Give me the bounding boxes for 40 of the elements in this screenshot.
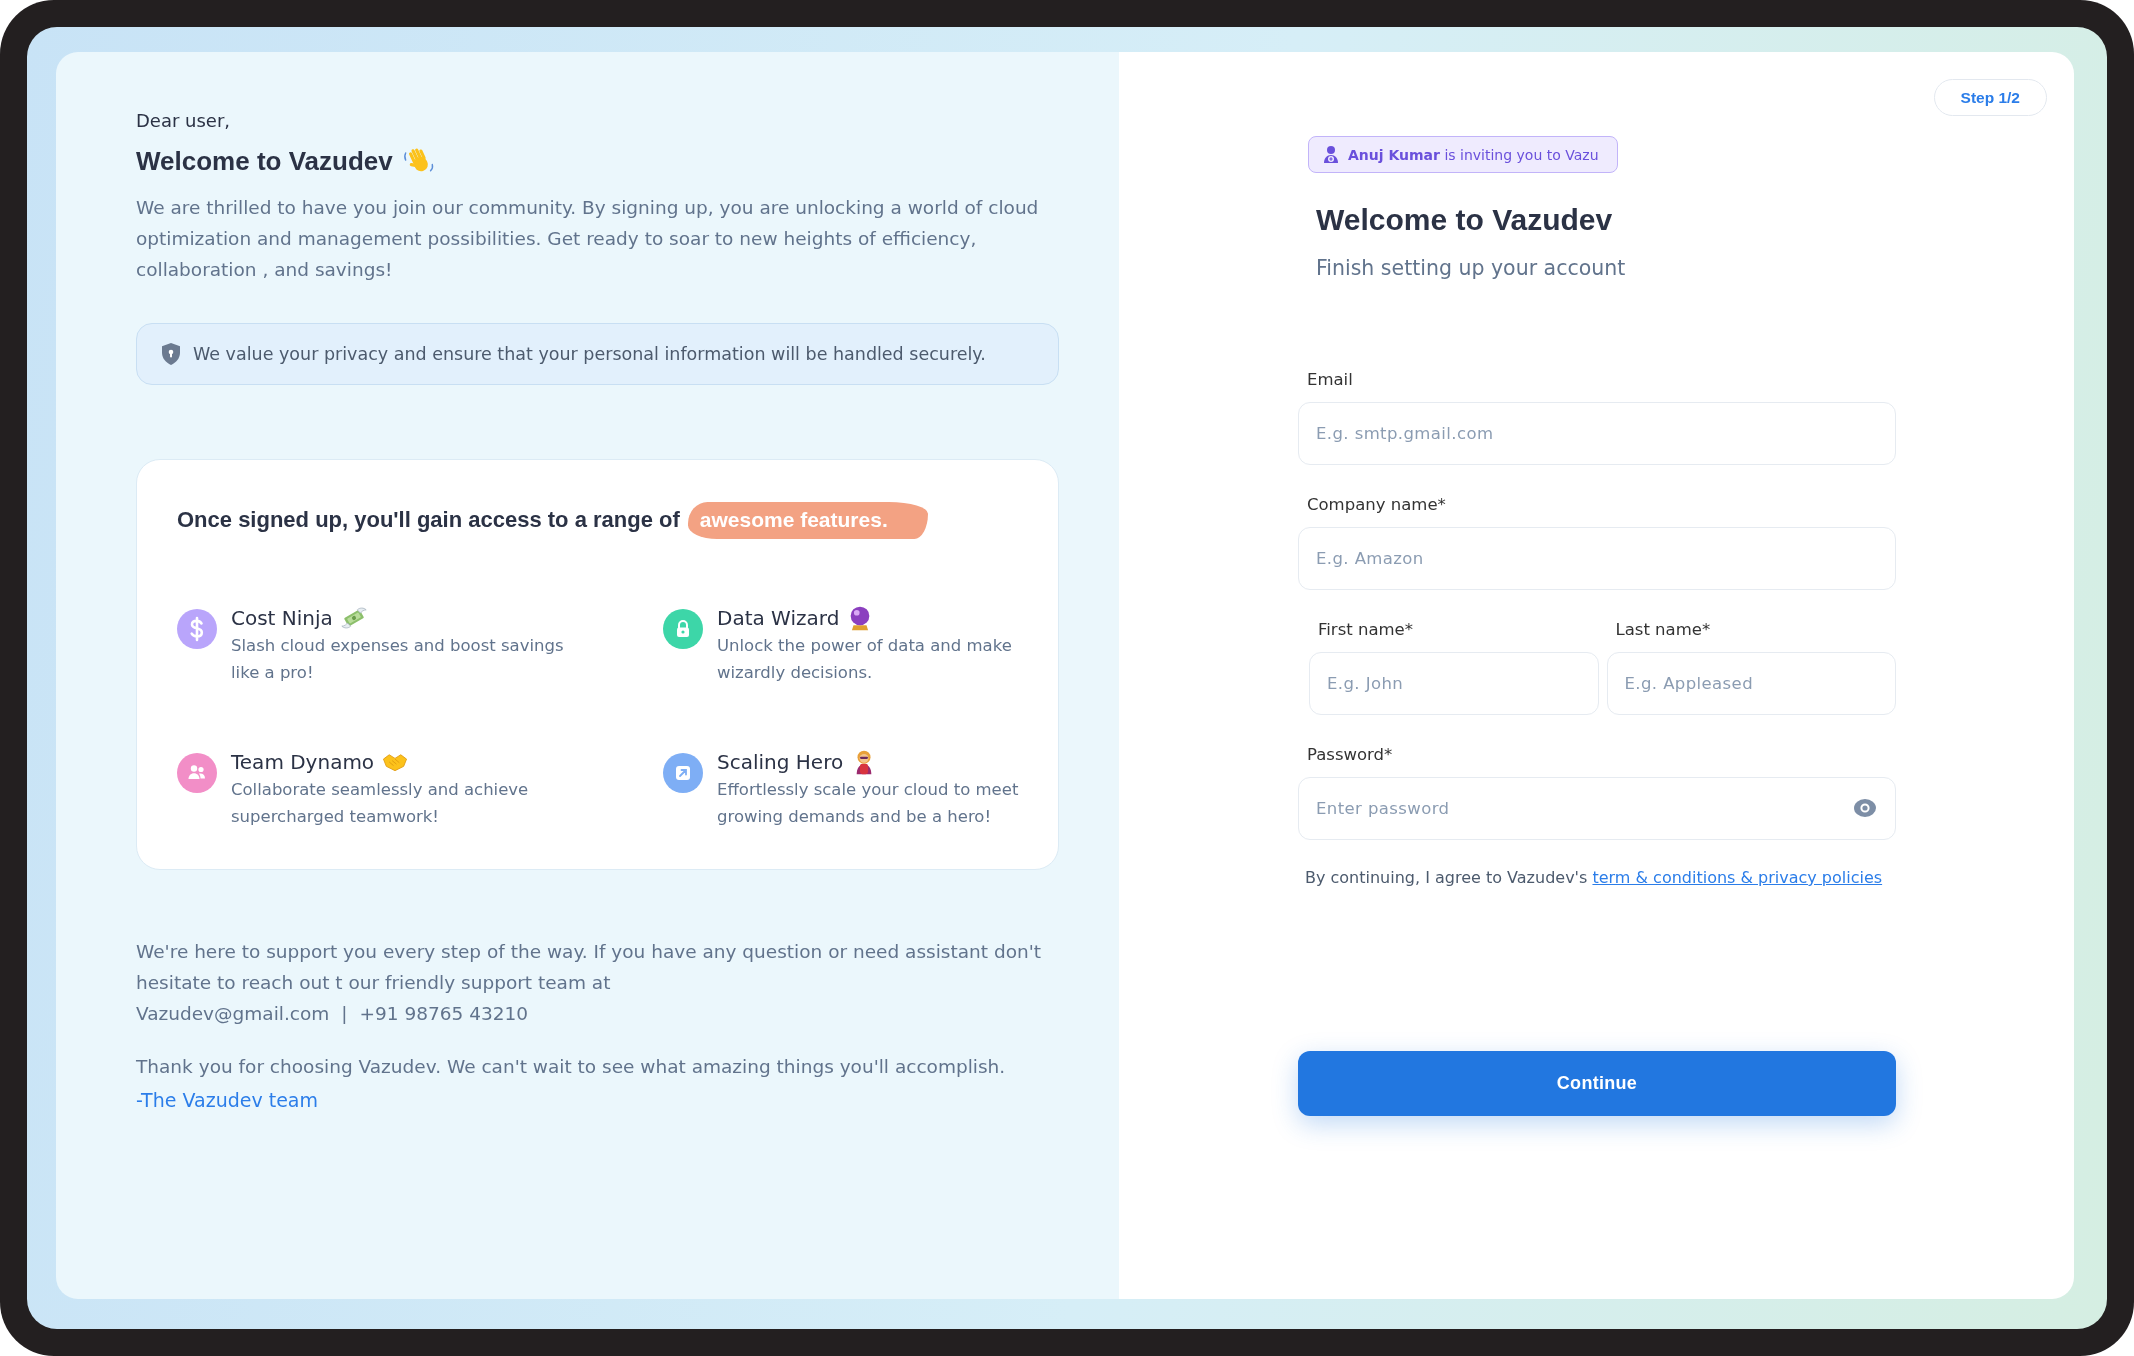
thanks-text: Thank you for choosing Vazudev. We can't wait to see what amazing things you'll accomplish. xyxy=(136,1055,1007,1079)
form-title: Welcome to Vazudev xyxy=(1316,202,1614,238)
card-heading: Once signed up, you'll gain access to a range of xyxy=(177,507,680,533)
input-field[interactable]: E.g. Amazon xyxy=(1298,527,1896,590)
shield-icon xyxy=(161,343,181,365)
password-field[interactable]: Enter password xyxy=(1298,777,1896,840)
input-field[interactable]: E.g. Appleased xyxy=(1606,652,1896,715)
intro-paragraph: We are thrilled to have you join our community. By signing up, you are unlocking a world of cloud optimization and management possibilities. Get ready to soar to new heights of efficiency, collaboration , and savings! xyxy=(136,196,1040,282)
continue-button[interactable]: Continue xyxy=(1298,1051,1896,1116)
contact-phone: +91 98765 43210 xyxy=(359,1002,529,1026)
banknote-icon xyxy=(340,605,367,631)
field-label: Company name* xyxy=(1306,494,1447,516)
input-field[interactable]: E.g. John xyxy=(1309,652,1599,715)
field-label: First name* xyxy=(1317,619,1414,641)
feature-description: Unlock the power of data and make wizardly decisions. xyxy=(717,635,1013,684)
terms-link[interactable]: term & conditions & privacy policies xyxy=(1592,868,1883,887)
feature-title: Scaling Hero xyxy=(717,750,844,774)
privacy-text: We value your privacy and ensure that your personal information will be handled securely. xyxy=(193,344,986,364)
field-label: Password* xyxy=(1306,744,1394,766)
field-label: Email xyxy=(1306,369,1354,391)
feature-description: Effortlessly scale your cloud to meet growing demands and be a hero! xyxy=(717,779,1020,828)
feature-title: Data Wizard xyxy=(717,606,840,630)
welcome-title: Welcome to Vazudev xyxy=(136,145,393,178)
eye-icon[interactable] xyxy=(1854,799,1876,817)
person-add-icon xyxy=(1323,145,1339,164)
terms-text: By continuing, I agree to Vazudev's term & conditions & privacy policies xyxy=(1305,867,1884,889)
feature-title: Team Dynamo xyxy=(231,750,375,774)
form-subtitle: Finish setting up your account xyxy=(1316,255,1627,282)
support-paragraph: We're here to support you every step of the way. If you have any question or need assistant don't hesitate to reach out t our friendly support team at xyxy=(136,940,1043,995)
feature-description: Slash cloud expenses and boost savings like a pro! xyxy=(231,635,565,684)
feature-title: Cost Ninja xyxy=(231,606,333,630)
feature-description: Collaborate seamlessly and achieve supercharged teamwork! xyxy=(231,779,530,828)
greeting-text: Dear user, xyxy=(136,109,232,133)
contact-email: Vazudev@gmail.com xyxy=(136,1002,330,1026)
contact-separator: | xyxy=(341,1002,348,1026)
highlighted-text: awesome features. xyxy=(687,501,928,539)
invite-text: Anuj Kumar is inviting you to Vazu xyxy=(1348,146,1599,163)
input-field[interactable]: E.g. smtp.gmail.com xyxy=(1298,402,1896,465)
signature-text: -The Vazudev team xyxy=(136,1088,319,1113)
field-label: Last name* xyxy=(1614,619,1712,641)
